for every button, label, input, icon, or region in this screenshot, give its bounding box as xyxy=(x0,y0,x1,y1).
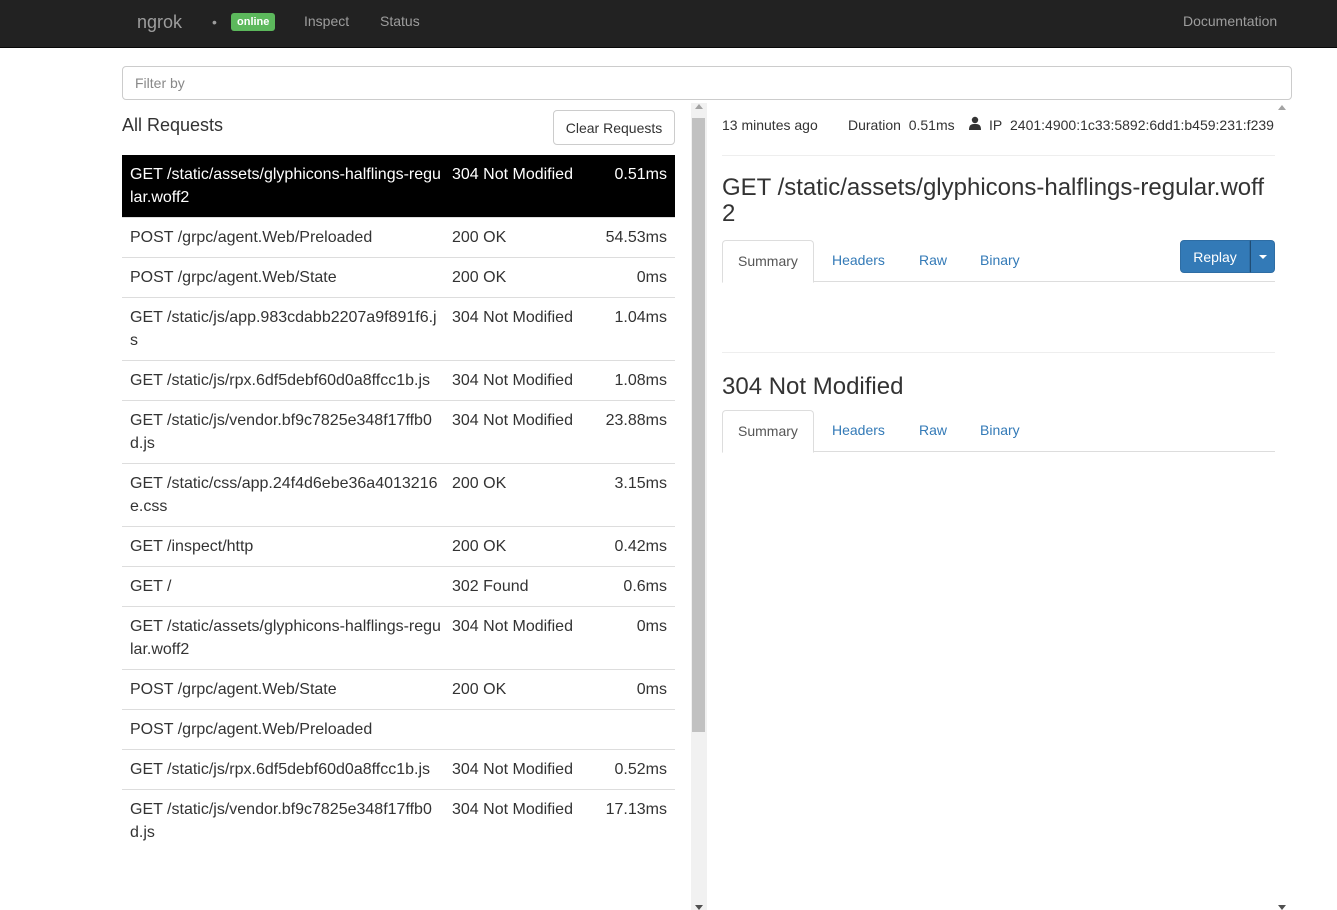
request-tab-binary[interactable]: Binary xyxy=(965,240,1035,282)
top-navbar: ngrok • online Inspect Status Documentat… xyxy=(0,0,1337,48)
request-duration: 0ms xyxy=(636,618,667,635)
ip-label: IP xyxy=(989,117,1003,133)
divider xyxy=(722,352,1275,353)
request-time-ago: 13 minutes ago xyxy=(722,117,818,133)
request-path: GET /static/js/rpx.6df5debf60d0a8ffcc1b.… xyxy=(130,372,431,389)
response-tab-summary[interactable]: Summary xyxy=(722,410,814,453)
request-title: GET /static/assets/glyphicons-halflings-… xyxy=(722,174,1265,227)
request-status: 304 Not Modified xyxy=(452,372,573,389)
request-status: 304 Not Modified xyxy=(452,166,573,183)
request-status xyxy=(452,718,592,741)
request-row[interactable]: GET /static/css/app.24f4d6ebe36a4013216e… xyxy=(122,463,675,526)
request-path: GET /inspect/http xyxy=(130,538,254,555)
request-status: 302 Found xyxy=(452,578,529,595)
request-status: 200 OK xyxy=(452,538,507,555)
request-path: GET /static/assets/glyphicons-halflings-… xyxy=(130,166,441,206)
divider xyxy=(722,155,1275,156)
replay-button[interactable]: Replay xyxy=(1180,240,1250,273)
duration-value: 0.51ms xyxy=(908,117,955,133)
request-list-scroll-thumb[interactable] xyxy=(692,118,705,732)
request-row[interactable]: GET /static/js/app.983cdabb2207a9f891f6.… xyxy=(122,297,675,360)
request-path: POST /grpc/agent.Web/Preloaded xyxy=(130,721,373,738)
request-tab-headers[interactable]: Headers xyxy=(817,240,900,282)
request-path: POST /grpc/agent.Web/State xyxy=(130,681,337,698)
replay-dropdown-caret-icon[interactable] xyxy=(1250,240,1275,273)
replay-button-group: Replay xyxy=(1180,240,1275,273)
request-path: POST /grpc/agent.Web/Preloaded xyxy=(130,229,373,246)
request-row[interactable]: GET /inspect/http 200 OK 0.42ms xyxy=(122,526,675,566)
request-duration: 17.13ms xyxy=(605,801,667,818)
nav-inspect-link[interactable]: Inspect xyxy=(304,13,349,29)
request-row[interactable]: GET /static/assets/glyphicons-halflings-… xyxy=(122,606,675,669)
request-duration xyxy=(592,718,667,741)
request-row[interactable]: GET /static/js/rpx.6df5debf60d0a8ffcc1b.… xyxy=(122,749,675,789)
request-row[interactable]: GET / 302 Found 0.6ms xyxy=(122,566,675,606)
request-row[interactable]: GET /static/js/vendor.bf9c7825e348f17ffb… xyxy=(122,400,675,463)
request-path: GET /static/js/vendor.bf9c7825e348f17ffb… xyxy=(130,412,432,452)
request-path: POST /grpc/agent.Web/State xyxy=(130,269,337,286)
request-status: 304 Not Modified xyxy=(452,412,573,429)
request-duration: 23.88ms xyxy=(605,412,667,429)
request-status: 200 OK xyxy=(452,681,507,698)
request-row[interactable]: GET /static/assets/glyphicons-halflings-… xyxy=(122,155,675,217)
request-duration: 1.04ms xyxy=(614,309,667,326)
request-row[interactable]: POST /grpc/agent.Web/Preloaded xyxy=(122,709,675,749)
request-status: 304 Not Modified xyxy=(452,618,573,635)
request-duration: 0.6ms xyxy=(623,578,667,595)
request-row[interactable]: POST /grpc/agent.Web/Preloaded 200 OK 54… xyxy=(122,217,675,257)
status-dot: • xyxy=(212,14,217,30)
request-status: 304 Not Modified xyxy=(452,801,573,818)
request-status: 304 Not Modified xyxy=(452,309,573,326)
nav-documentation-link[interactable]: Documentation xyxy=(1183,13,1277,29)
request-row[interactable]: GET /static/js/rpx.6df5debf60d0a8ffcc1b.… xyxy=(122,360,675,400)
request-path: GET /static/js/vendor.bf9c7825e348f17ffb… xyxy=(130,801,432,841)
detail-scroll-down-arrow-icon[interactable] xyxy=(1278,905,1286,910)
request-duration: 54.53ms xyxy=(605,229,667,246)
response-title: 304 Not Modified xyxy=(722,373,904,400)
request-path: GET / xyxy=(130,578,172,595)
request-duration: 0.51ms xyxy=(614,166,667,183)
request-row[interactable]: GET /static/js/vendor.bf9c7825e348f17ffb… xyxy=(122,789,675,852)
brand-logo[interactable]: ngrok xyxy=(137,12,182,33)
request-row[interactable]: POST /grpc/agent.Web/State 200 OK 0ms xyxy=(122,257,675,297)
request-path: GET /static/js/rpx.6df5debf60d0a8ffcc1b.… xyxy=(130,761,431,778)
nav-status-link[interactable]: Status xyxy=(380,13,420,29)
request-duration: 0.52ms xyxy=(614,761,667,778)
request-duration: 0ms xyxy=(636,269,667,286)
request-tab-raw[interactable]: Raw xyxy=(904,240,962,282)
scroll-up-arrow-icon[interactable] xyxy=(695,104,703,109)
request-duration: 0.42ms xyxy=(614,538,667,555)
request-path: GET /static/css/app.24f4d6ebe36a4013216e… xyxy=(130,475,438,515)
request-list: GET /static/assets/glyphicons-halflings-… xyxy=(122,155,675,852)
response-tabs: Summary Headers Raw Binary xyxy=(722,410,1275,453)
clear-requests-button[interactable]: Clear Requests xyxy=(553,110,675,145)
request-tab-summary[interactable]: Summary xyxy=(722,240,814,283)
scroll-down-arrow-icon[interactable] xyxy=(695,905,703,910)
response-tab-raw[interactable]: Raw xyxy=(904,410,962,452)
request-duration: 3.15ms xyxy=(614,475,667,492)
request-duration-meta: Duration 0.51ms xyxy=(848,117,955,133)
ip-value: 2401:4900:1c33:5892:6dd1:b459:231:f239 xyxy=(1010,117,1274,133)
duration-label: Duration xyxy=(848,117,901,133)
request-path: GET /static/assets/glyphicons-halflings-… xyxy=(130,618,441,658)
response-tab-headers[interactable]: Headers xyxy=(817,410,900,452)
detail-scroll-up-arrow-icon[interactable] xyxy=(1278,105,1286,110)
detail-scrollbar[interactable] xyxy=(1275,103,1290,910)
request-status: 200 OK xyxy=(452,229,507,246)
requests-heading: All Requests xyxy=(122,115,224,135)
request-ip-meta: IP 2401:4900:1c33:5892:6dd1:b459:231:f23… xyxy=(989,117,1275,133)
request-status: 200 OK xyxy=(452,475,507,492)
request-path: GET /static/js/app.983cdabb2207a9f891f6.… xyxy=(130,309,437,349)
status-badge: online xyxy=(231,13,276,31)
request-duration: 0ms xyxy=(636,681,667,698)
request-row[interactable]: POST /grpc/agent.Web/State 200 OK 0ms xyxy=(122,669,675,709)
response-tab-binary[interactable]: Binary xyxy=(965,410,1035,452)
request-status: 200 OK xyxy=(452,269,507,286)
request-duration: 1.08ms xyxy=(614,372,667,389)
request-status: 304 Not Modified xyxy=(452,761,573,778)
filter-input[interactable] xyxy=(122,66,1292,100)
user-icon xyxy=(969,116,981,130)
